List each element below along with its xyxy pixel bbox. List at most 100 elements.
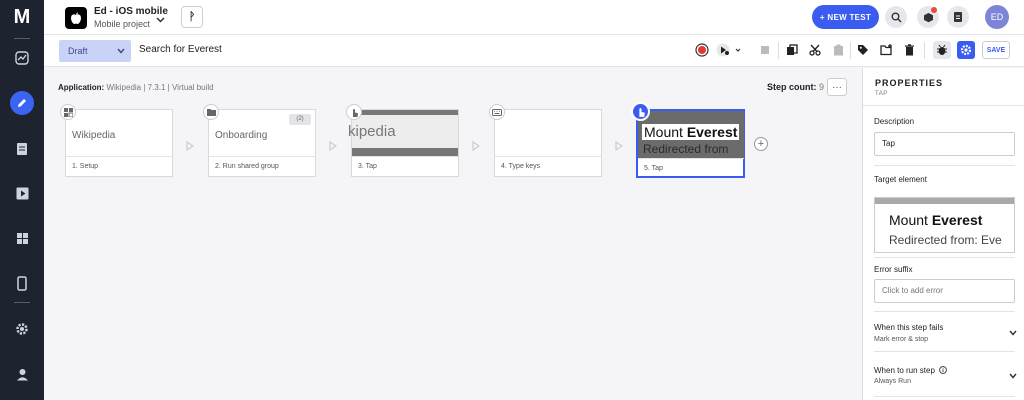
branch-button[interactable]: ᚹ [181,6,203,28]
tag-icon [858,45,868,55]
settings-button[interactable] [957,41,975,59]
grid-icon [60,104,76,120]
sidebar-divider [14,302,30,303]
tag-button[interactable] [856,43,870,57]
target-element-preview[interactable]: Mount Everest Redirected from: Eve [874,197,1015,253]
keyboard-icon [489,104,505,120]
thumbnail-text-line2: Redirected from [643,142,729,156]
preview-line1-bold: Everest [931,212,983,228]
thumbnail-text-bold: Everest [686,124,738,140]
preview-line2: Redirected from: Eve [889,233,1002,247]
thumbnail-bottombar [352,148,458,156]
panel-divider [874,351,1015,352]
step-card[interactable]: kipedia 3. Tap [348,109,459,177]
notifications-button[interactable] [917,6,939,28]
settings-gear-icon[interactable] [12,319,32,339]
panel-divider [874,257,1015,258]
panel-divider [874,165,1015,166]
panel-title: PROPERTIES [875,78,944,88]
tap-icon [346,104,362,120]
tap-icon [631,102,650,121]
chevron-down-icon[interactable] [1009,323,1017,341]
step-card[interactable]: 4. Type keys [494,109,602,177]
panel-divider [863,105,1024,106]
bug-icon [937,44,947,55]
description-input[interactable]: Tap [874,132,1015,156]
apple-logo-icon [65,7,87,29]
step-label: 3. Tap [352,156,458,176]
paste-button[interactable] [831,43,845,57]
edit-tests-icon[interactable] [10,91,34,115]
thumbnail-text-prefix: Mount [644,124,687,140]
step-card[interactable]: Wikipedia 1. Setup [65,109,173,177]
step-count: Step count: 9 [767,82,824,92]
run-button[interactable] [716,43,742,57]
user-profile-icon[interactable] [12,364,32,384]
chevron-down-icon[interactable] [156,10,165,28]
add-step-button[interactable]: + [754,137,768,151]
step-label: 1. Setup [66,156,172,176]
trash-icon [904,44,914,56]
step-card-selected[interactable]: Mount Everest Redirected from 5. Tap [636,109,745,178]
status-dropdown[interactable]: Draft [59,40,131,62]
step-card[interactable]: Onboarding (2) 2. Run shared group [208,109,316,177]
application-label: Application: [58,83,105,92]
record-button[interactable] [695,43,709,57]
info-icon[interactable] [939,366,948,376]
step-thumbnail: Mount Everest Redirected from [638,111,744,158]
copy-icon [787,44,798,55]
left-sidebar: M [0,0,44,400]
copy-button[interactable] [785,43,799,57]
record-icon [695,43,709,57]
document-icon[interactable] [12,139,32,159]
toolbar-divider [924,42,925,59]
gear-icon [960,44,972,56]
user-avatar[interactable]: ED [985,5,1009,29]
step-fail-value: Mark error & stop [874,336,929,343]
step-count-value: 9 [819,82,825,92]
sidebar-divider [14,38,30,39]
application-value[interactable]: Wikipedia | 7.3.1 | Virtual build [106,83,213,92]
more-options-button[interactable]: ··· [827,78,847,96]
debug-button[interactable] [933,41,951,59]
app-logo[interactable]: M [10,6,34,28]
error-suffix-input[interactable]: Click to add error [874,279,1015,303]
error-suffix-label: Error suffix [874,265,913,274]
chevron-right-icon [186,138,195,152]
thumbnail-topbar [352,110,458,115]
cut-button[interactable] [808,43,822,57]
run-condition-text: When to run step [874,366,935,376]
docs-button[interactable] [947,6,969,28]
play-icon[interactable] [12,183,32,203]
top-bar: Ed - iOS mobile Mobile project ᚹ + NEW T… [44,0,1024,35]
delete-button[interactable] [902,43,916,57]
preview-line1-prefix: Mount [889,212,932,228]
status-label: Draft [68,46,88,56]
chevron-down-icon[interactable] [1009,366,1017,384]
components-icon[interactable] [12,228,32,248]
analytics-icon[interactable] [12,48,32,68]
run-condition-label[interactable]: When to run step [874,366,948,376]
step-fail-label[interactable]: When this step fails [874,323,943,332]
new-test-button[interactable]: + NEW TEST [812,5,879,29]
panel-divider [874,311,1015,312]
step-thumbnail: Wikipedia [72,130,116,141]
mobile-device-icon[interactable] [12,273,32,293]
stop-button[interactable] [758,43,772,57]
project-subtitle: Mobile project [94,19,151,29]
thumbnail-text: kipedia [348,123,396,140]
test-name[interactable]: Search for Everest [139,44,222,55]
chevron-down-icon [117,40,125,62]
chevron-right-icon [615,138,624,152]
search-button[interactable] [885,6,907,28]
add-group-button[interactable] [879,43,893,57]
panel-subtitle: TAP [875,91,888,97]
save-button[interactable]: SAVE [982,41,1010,59]
scissors-icon [809,44,821,56]
target-element-label: Target element [874,175,927,184]
panel-divider [874,396,1015,397]
step-label: 5. Tap [638,158,744,178]
preview-line1: Mount Everest [889,212,982,228]
clipboard-icon [833,44,843,56]
folder-add-icon [879,44,892,56]
